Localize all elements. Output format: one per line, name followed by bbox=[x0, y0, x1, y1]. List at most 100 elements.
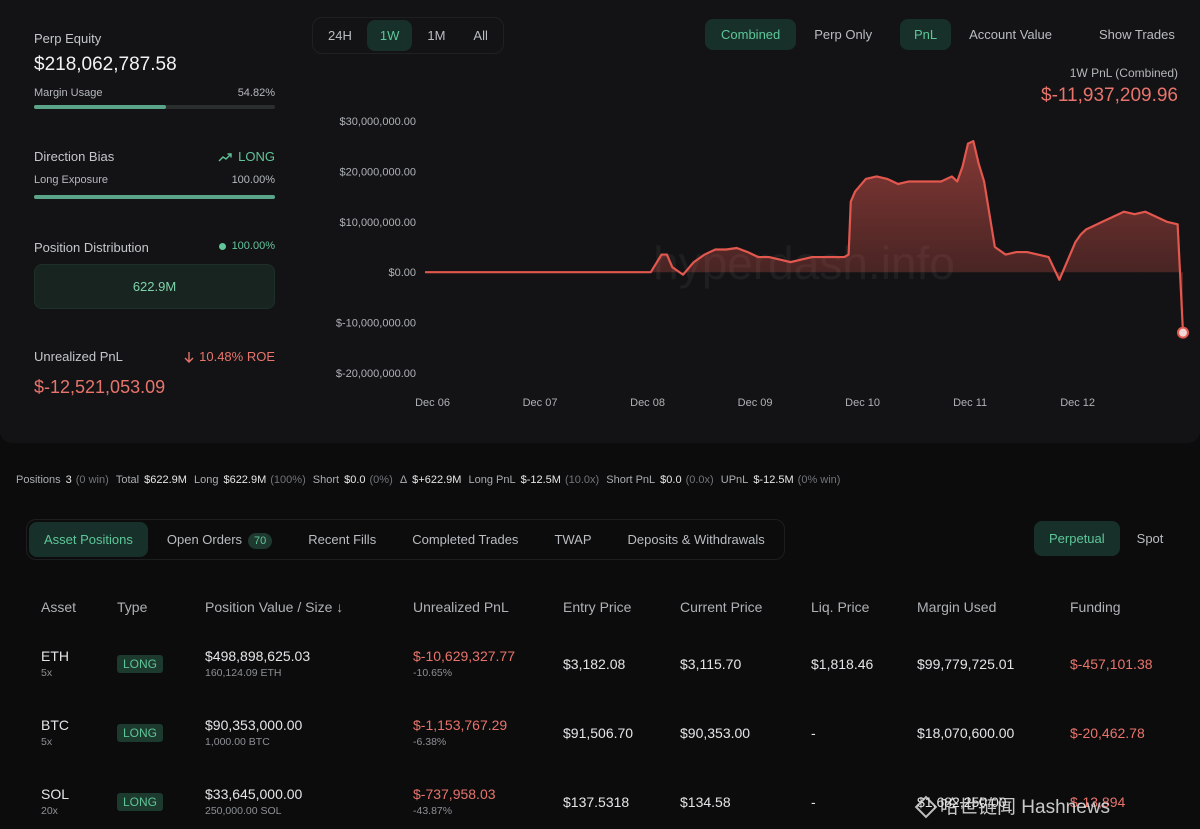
entry-price: $137.5318 bbox=[563, 793, 630, 810]
pnl-button[interactable]: PnL bbox=[900, 19, 952, 50]
margin-usage-label: Margin Usage bbox=[34, 87, 103, 99]
stat-short: Short $0.0 (0%) bbox=[313, 474, 395, 486]
show-trades-button[interactable]: Show Trades bbox=[1086, 19, 1188, 50]
col-unrealized-pnl[interactable]: Unrealized PnL bbox=[413, 585, 563, 629]
x-tick-label: Dec 08 bbox=[630, 397, 665, 409]
unrealized-pnl-pct: -43.87% bbox=[413, 805, 453, 817]
tab-recent-fills[interactable]: Recent Fills bbox=[291, 522, 393, 557]
unrealized-pnl-label: Unrealized PnL bbox=[34, 349, 123, 364]
unrealized-pnl-pct: -10.65% bbox=[413, 667, 453, 679]
stat-long-pnl-value: $-12.5M bbox=[520, 474, 561, 486]
x-tick-label: Dec 11 bbox=[953, 397, 987, 409]
trending-up-icon bbox=[218, 152, 232, 161]
hashnews-logo-icon bbox=[914, 795, 938, 819]
stat-positions-label: Positions bbox=[16, 474, 61, 486]
stat-short-pnl-sub: (0.0x) bbox=[685, 474, 714, 486]
asset-leverage: 20x bbox=[41, 805, 58, 817]
tab-twap[interactable]: TWAP bbox=[537, 522, 608, 557]
stat-short-sub: (0%) bbox=[369, 474, 393, 486]
unrealized-pnl: $-737,958.03 bbox=[413, 786, 496, 802]
long-exposure-value: 100.00% bbox=[231, 174, 275, 186]
entry-price: $3,182.08 bbox=[563, 655, 626, 672]
stat-long-sub: (100%) bbox=[270, 474, 306, 486]
stat-total: Total $622.9M bbox=[116, 474, 189, 486]
perp-only-button[interactable]: Perp Only bbox=[798, 19, 888, 50]
tab-open-orders[interactable]: Open Orders 70 bbox=[150, 522, 289, 557]
stat-delta-value: $+622.9M bbox=[412, 474, 462, 486]
stat-positions-sub: (0 win) bbox=[75, 474, 109, 486]
positions-tabs: Asset Positions Open Orders 70 Recent Fil… bbox=[26, 519, 785, 560]
col-type[interactable]: Type bbox=[117, 585, 205, 629]
position-distribution-value: 100.00% bbox=[231, 240, 275, 252]
position-size: 160,124.09 ETH bbox=[205, 667, 282, 679]
y-tick-label: $10,000,000.00 bbox=[340, 217, 416, 229]
asset-name: SOL bbox=[41, 786, 70, 802]
stat-positions: Positions 3 (0 win) bbox=[16, 474, 111, 486]
stat-delta: Δ $+622.9M bbox=[400, 474, 464, 486]
x-tick-label: Dec 07 bbox=[523, 397, 558, 409]
timeframe-1m[interactable]: 1M bbox=[414, 20, 458, 51]
y-tick-label: $-20,000,000.00 bbox=[336, 368, 416, 380]
combined-button[interactable]: Combined bbox=[705, 19, 797, 50]
stat-long-pnl-label: Long PnL bbox=[468, 474, 516, 486]
stat-long-label: Long bbox=[193, 474, 219, 486]
tab-spot[interactable]: Spot bbox=[1122, 521, 1179, 556]
col-position-value[interactable]: Position Value / Size ↓ bbox=[205, 585, 413, 629]
timeframe-24h[interactable]: 24H bbox=[315, 20, 365, 51]
position-size: 250,000.00 SOL bbox=[205, 805, 282, 817]
position-type-badge: LONG bbox=[117, 792, 164, 811]
margin-used: $18,070,600.00 bbox=[917, 724, 1015, 741]
chart-mode-selector: Combined Perp Only bbox=[703, 17, 890, 52]
positions-stats-bar: Positions 3 (0 win) Total $622.9M Long $622.… bbox=[16, 474, 844, 486]
watermark-text: 哈世链闻 Hashnews bbox=[940, 797, 1110, 818]
margin-usage-fill bbox=[34, 105, 167, 109]
position-distribution-bar[interactable]: 622.9M bbox=[34, 264, 275, 309]
dot-icon bbox=[218, 242, 226, 250]
tab-asset-positions[interactable]: Asset Positions bbox=[29, 522, 148, 557]
col-margin-used[interactable]: Margin Used bbox=[917, 585, 1070, 629]
direction-bias: LONG bbox=[218, 149, 275, 164]
stat-short-pnl: Short PnL $0.0 (0.0x) bbox=[606, 474, 715, 486]
open-orders-count-badge: 70 bbox=[248, 533, 273, 549]
arrow-down-icon bbox=[184, 351, 194, 363]
stat-upnl: UPnL $-12.5M (0% win) bbox=[721, 474, 843, 486]
pnl-chart: hyperdash.info$30,000,000.00$20,000,000.… bbox=[336, 116, 1189, 409]
position-type-badge: LONG bbox=[117, 723, 164, 742]
long-exposure-bar bbox=[34, 195, 275, 199]
stat-total-value: $622.9M bbox=[144, 474, 187, 486]
timeframe-all[interactable]: All bbox=[460, 20, 500, 51]
overview-panel: Perp Equity $218,062,787.58 Margin Usage… bbox=[0, 0, 1200, 443]
col-asset[interactable]: Asset bbox=[0, 585, 117, 629]
col-funding[interactable]: Funding bbox=[1070, 585, 1200, 629]
tab-completed-trades[interactable]: Completed Trades bbox=[395, 522, 535, 557]
chart-metric-selector: PnL Account Value bbox=[898, 17, 1070, 52]
entry-price: $91,506.70 bbox=[563, 724, 634, 741]
stat-upnl-value: $-12.5M bbox=[753, 474, 794, 486]
roe-value: 10.48% ROE bbox=[199, 349, 275, 364]
col-entry-price[interactable]: Entry Price bbox=[563, 585, 680, 629]
table-row[interactable]: ETH 5x LONG $498,898,625.03 160,124.09 ETH… bbox=[0, 629, 1200, 698]
unrealized-pnl: $-1,153,767.29 bbox=[413, 717, 508, 733]
position-value: $498,898,625.03 bbox=[205, 648, 311, 664]
hashnews-watermark: 哈世链闻 Hashnews bbox=[914, 792, 1110, 819]
stat-short-pnl-value: $0.0 bbox=[660, 474, 682, 486]
timeframe-1w[interactable]: 1W bbox=[366, 20, 413, 51]
stat-short-value: $0.0 bbox=[344, 474, 366, 486]
roe: 10.48% ROE bbox=[184, 349, 275, 364]
position-value: $90,353,000.00 bbox=[205, 717, 303, 733]
last-point-marker bbox=[1177, 326, 1189, 339]
account-value-button[interactable]: Account Value bbox=[953, 19, 1068, 50]
stat-upnl-label: UPnL bbox=[720, 474, 749, 486]
table-row[interactable]: BTC 5x LONG $90,353,000.00 1,000.00 BTC $-… bbox=[0, 698, 1200, 767]
tab-deposits-withdrawals[interactable]: Deposits & Withdrawals bbox=[611, 522, 782, 557]
tab-perpetual[interactable]: Perpetual bbox=[1034, 521, 1120, 556]
col-current-price[interactable]: Current Price bbox=[680, 585, 811, 629]
current-price: $3,115.70 bbox=[680, 655, 742, 672]
asset-leverage: 5x bbox=[41, 667, 53, 679]
col-liq-price[interactable]: Liq. Price bbox=[811, 585, 917, 629]
position-type-badge: LONG bbox=[117, 654, 164, 673]
liq-price: - bbox=[811, 724, 816, 741]
table-header-row: Asset Type Position Value / Size ↓ Unrea… bbox=[0, 585, 1200, 629]
liq-price: - bbox=[811, 793, 816, 810]
stat-total-label: Total bbox=[115, 474, 140, 486]
